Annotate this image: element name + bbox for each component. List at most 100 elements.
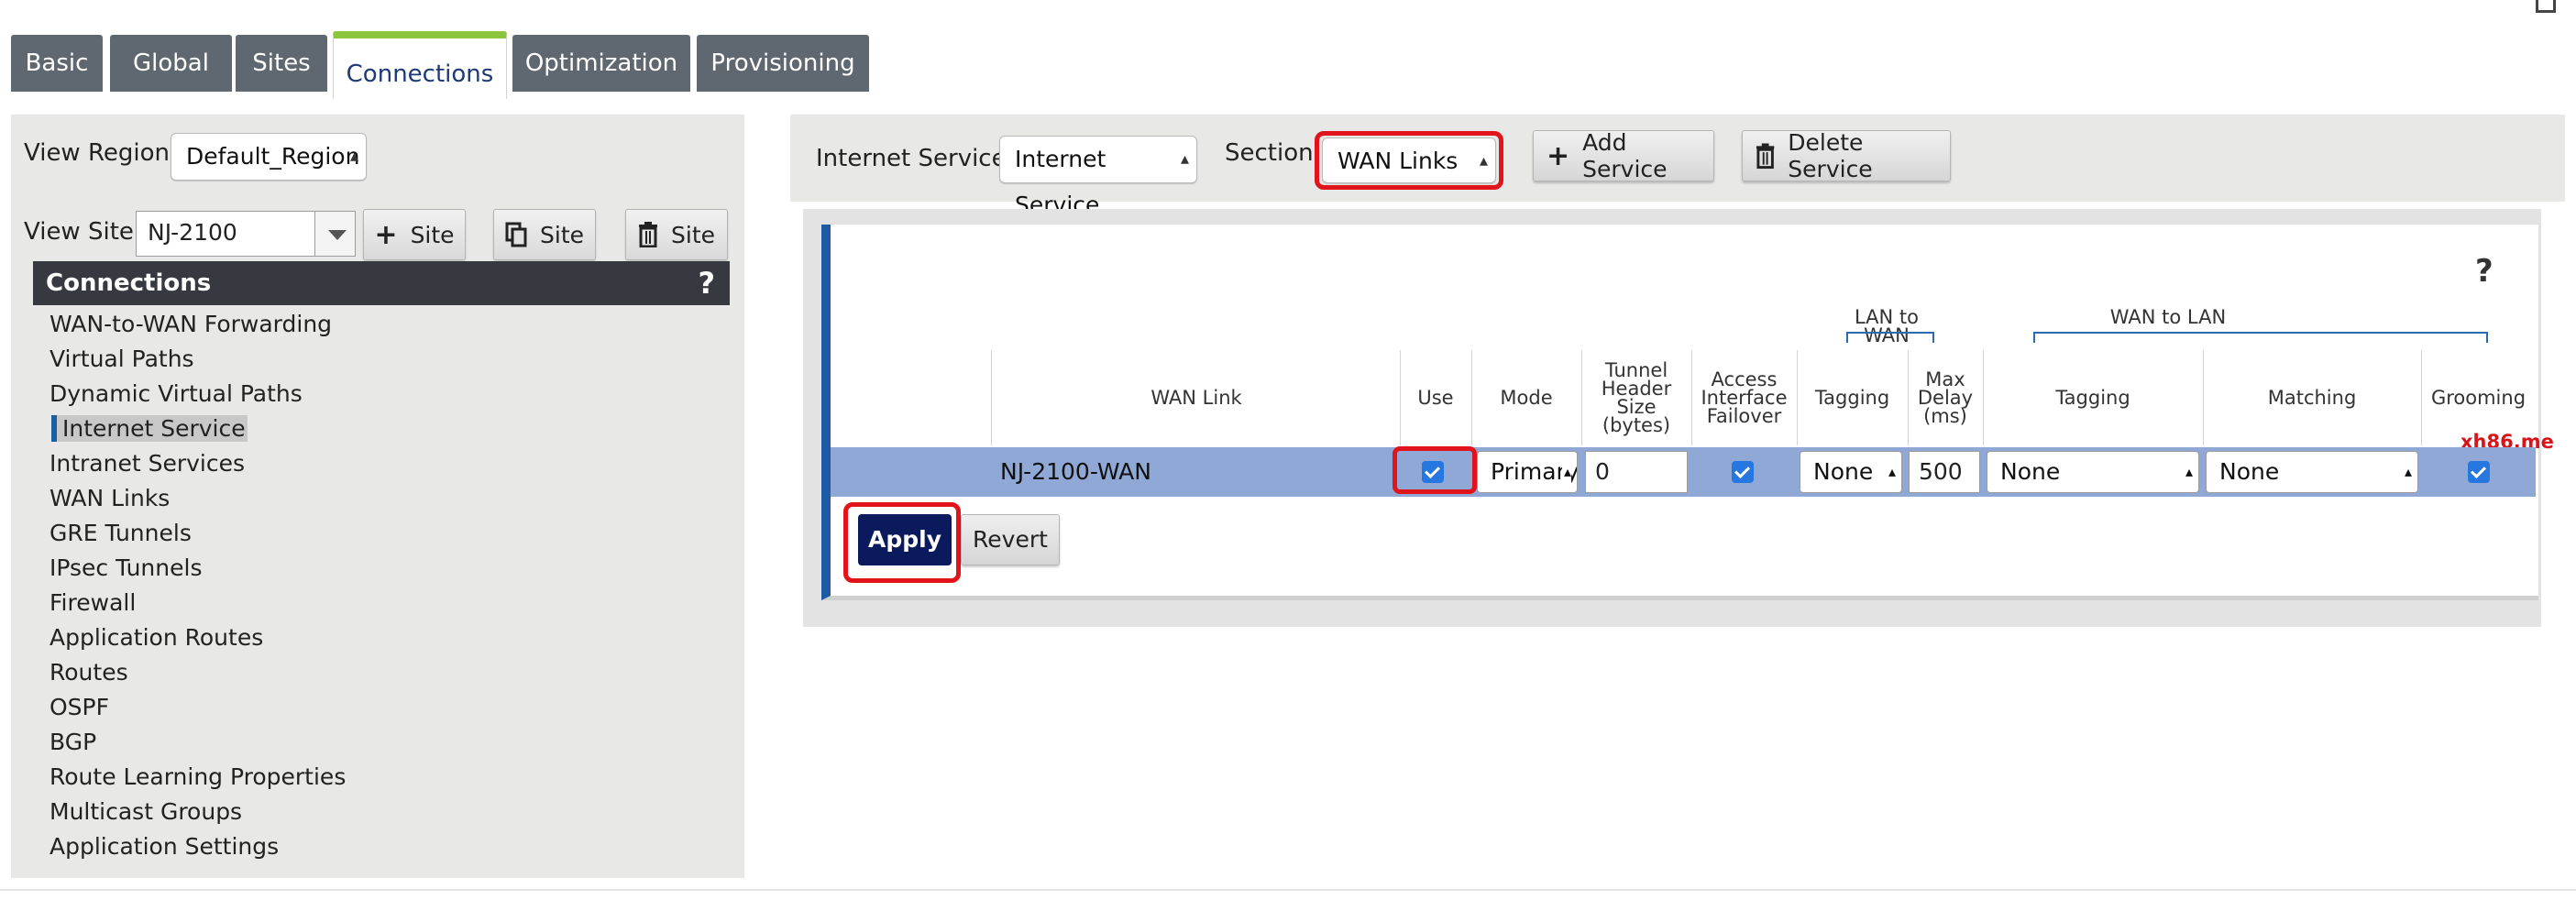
- header-access-line-3: Failover: [1706, 405, 1782, 427]
- section-highlight: [1315, 131, 1503, 190]
- select-arrows-icon: ▴: [1886, 452, 1896, 492]
- menu-item-gre-tunnels[interactable]: GRE Tunnels: [50, 520, 192, 546]
- window-corner-icon[interactable]: [2536, 0, 2556, 13]
- menu-item-application-settings[interactable]: Application Settings: [50, 833, 279, 860]
- max-delay-input[interactable]: 500: [1909, 451, 1980, 493]
- tab-global[interactable]: Global: [110, 35, 232, 92]
- tab-optimization[interactable]: Optimization: [512, 35, 690, 92]
- group-wan-to-lan-bracket: [2033, 332, 2488, 343]
- header-wan-link: WAN Link: [1150, 387, 1242, 409]
- add-site-label: Site: [410, 221, 455, 248]
- menu-item-ospf[interactable]: OSPF: [50, 694, 109, 720]
- help-icon[interactable]: ?: [2475, 253, 2493, 290]
- header-access-line-1: Access: [1711, 368, 1778, 390]
- mode-select[interactable]: Primary ▴: [1477, 451, 1578, 493]
- trash-icon: [639, 222, 657, 247]
- menu-item-routes[interactable]: Routes: [50, 659, 128, 686]
- internet-service-select[interactable]: Internet Service ▴: [999, 136, 1197, 218]
- menu-item-route-learning-properties[interactable]: Route Learning Properties: [50, 763, 346, 790]
- select-arrows-icon: ▴: [349, 147, 358, 166]
- menu-item-dynamic-virtual-paths[interactable]: Dynamic Virtual Paths: [50, 380, 303, 407]
- menu-item-wan-links[interactable]: WAN Links: [50, 485, 170, 511]
- menu-item-application-routes[interactable]: Application Routes: [50, 624, 263, 651]
- group-wan-to-lan-label: WAN to LAN: [2109, 306, 2227, 328]
- connections-header: Connections ?: [33, 261, 730, 305]
- copy-icon: [505, 222, 527, 247]
- chevron-down-icon: [328, 230, 347, 240]
- header-mode: Mode: [1500, 387, 1553, 409]
- menu-item-firewall[interactable]: Firewall: [50, 589, 136, 616]
- header-maxdelay-line-1: Max: [1925, 368, 1965, 390]
- copy-site-button[interactable]: Site: [493, 209, 596, 260]
- header-tunnel-line-3: Size: [1616, 396, 1657, 418]
- lan-tagging-value: None: [1813, 458, 1874, 485]
- view-region-label: View Region:: [24, 139, 178, 167]
- tab-connections[interactable]: Connections: [333, 31, 507, 99]
- delete-service-label: Delete Service: [1788, 129, 1873, 182]
- view-site-dropdown-button[interactable]: [314, 211, 356, 257]
- select-arrows-icon: ▴: [1180, 149, 1189, 169]
- matching-value: None: [2219, 458, 2280, 485]
- header-access-interface-failover: Access Interface Failover: [1691, 368, 1797, 427]
- header-max-delay: Max Delay (ms): [1908, 368, 1983, 427]
- tab-sites[interactable]: Sites: [236, 35, 327, 92]
- header-tunnel-header-size: Tunnel Header Size (bytes): [1581, 359, 1691, 436]
- matching-select[interactable]: None ▴: [2206, 451, 2418, 493]
- menu-item-multicast-groups[interactable]: Multicast Groups: [50, 798, 242, 825]
- menu-item-wan-to-wan-forwarding[interactable]: WAN-to-WAN Forwarding: [50, 311, 332, 337]
- view-region-value: Default_Region: [186, 143, 360, 170]
- header-maxdelay-line-2: Delay: [1917, 387, 1974, 409]
- add-service-button[interactable]: + Add Service: [1533, 129, 1714, 182]
- tab-basic[interactable]: Basic: [11, 35, 103, 92]
- menu-item-intranet-services[interactable]: Intranet Services: [50, 450, 245, 477]
- delete-service-button[interactable]: Delete Service: [1742, 129, 1951, 182]
- menu-item-virtual-paths[interactable]: Virtual Paths: [50, 346, 194, 372]
- view-region-select[interactable]: Default_Region ▴: [171, 133, 367, 181]
- help-icon[interactable]: ?: [698, 261, 715, 305]
- top-tab-bar: Basic Global Sites Connections Optimizat…: [0, 0, 2576, 99]
- section-label: Section:: [1225, 139, 1322, 167]
- tunnel-header-size-input[interactable]: 0: [1585, 451, 1688, 493]
- internet-service-label: Internet Service:: [816, 145, 1015, 172]
- wan-tagging-select[interactable]: None ▴: [1987, 451, 2199, 493]
- menu-item-ipsec-tunnels[interactable]: IPsec Tunnels: [50, 554, 202, 581]
- select-arrows-icon: ▴: [2402, 452, 2412, 492]
- header-tunnel-line-1: Tunnel: [1604, 359, 1668, 381]
- header-wan-tagging: Tagging: [2055, 387, 2130, 409]
- header-maxdelay-line-3: (ms): [1923, 405, 1967, 427]
- wan-tagging-value: None: [2000, 458, 2061, 485]
- trash-icon: [1756, 143, 1775, 170]
- view-site-input[interactable]: NJ-2100: [136, 211, 315, 257]
- wan-link-cell: NJ-2100-WAN: [1000, 458, 1151, 485]
- header-access-line-2: Interface: [1701, 387, 1788, 409]
- header-use: Use: [1417, 387, 1454, 409]
- menu-item-internet-service[interactable]: Internet Service: [51, 415, 248, 442]
- plus-icon: +: [374, 218, 398, 251]
- select-arrows-icon: ▴: [1561, 452, 1571, 492]
- add-service-label: Add Service: [1582, 129, 1668, 182]
- lan-tagging-select[interactable]: None ▴: [1800, 451, 1902, 493]
- copy-site-label: Site: [540, 221, 584, 248]
- select-arrows-icon: ▴: [2183, 452, 2193, 492]
- header-tunnel-line-2: Header: [1601, 378, 1672, 400]
- apply-highlight: [843, 502, 961, 583]
- add-site-button[interactable]: + Site: [363, 209, 466, 260]
- revert-button[interactable]: Revert: [961, 514, 1060, 565]
- grooming-checkbox[interactable]: [2468, 461, 2490, 483]
- view-site-label: View Site:: [24, 218, 142, 246]
- tab-provisioning[interactable]: Provisioning: [697, 35, 869, 92]
- header-matching: Matching: [2267, 387, 2357, 409]
- plus-icon: +: [1547, 139, 1570, 172]
- header-lan-tagging: Tagging: [1814, 387, 1890, 409]
- connections-title: Connections: [46, 269, 212, 297]
- internet-service-value: Internet Service: [1015, 146, 1106, 218]
- delete-site-button[interactable]: Site: [625, 209, 728, 260]
- group-lan-to-wan-bracket: [1846, 332, 1934, 343]
- access-failover-checkbox[interactable]: [1732, 461, 1754, 483]
- header-grooming: Grooming: [2430, 387, 2526, 409]
- menu-item-bgp[interactable]: BGP: [50, 729, 96, 755]
- footer-divider: [0, 889, 2576, 891]
- header-tunnel-line-4: (bytes): [1602, 414, 1671, 436]
- use-highlight: [1393, 446, 1477, 494]
- column-divider: [991, 350, 992, 445]
